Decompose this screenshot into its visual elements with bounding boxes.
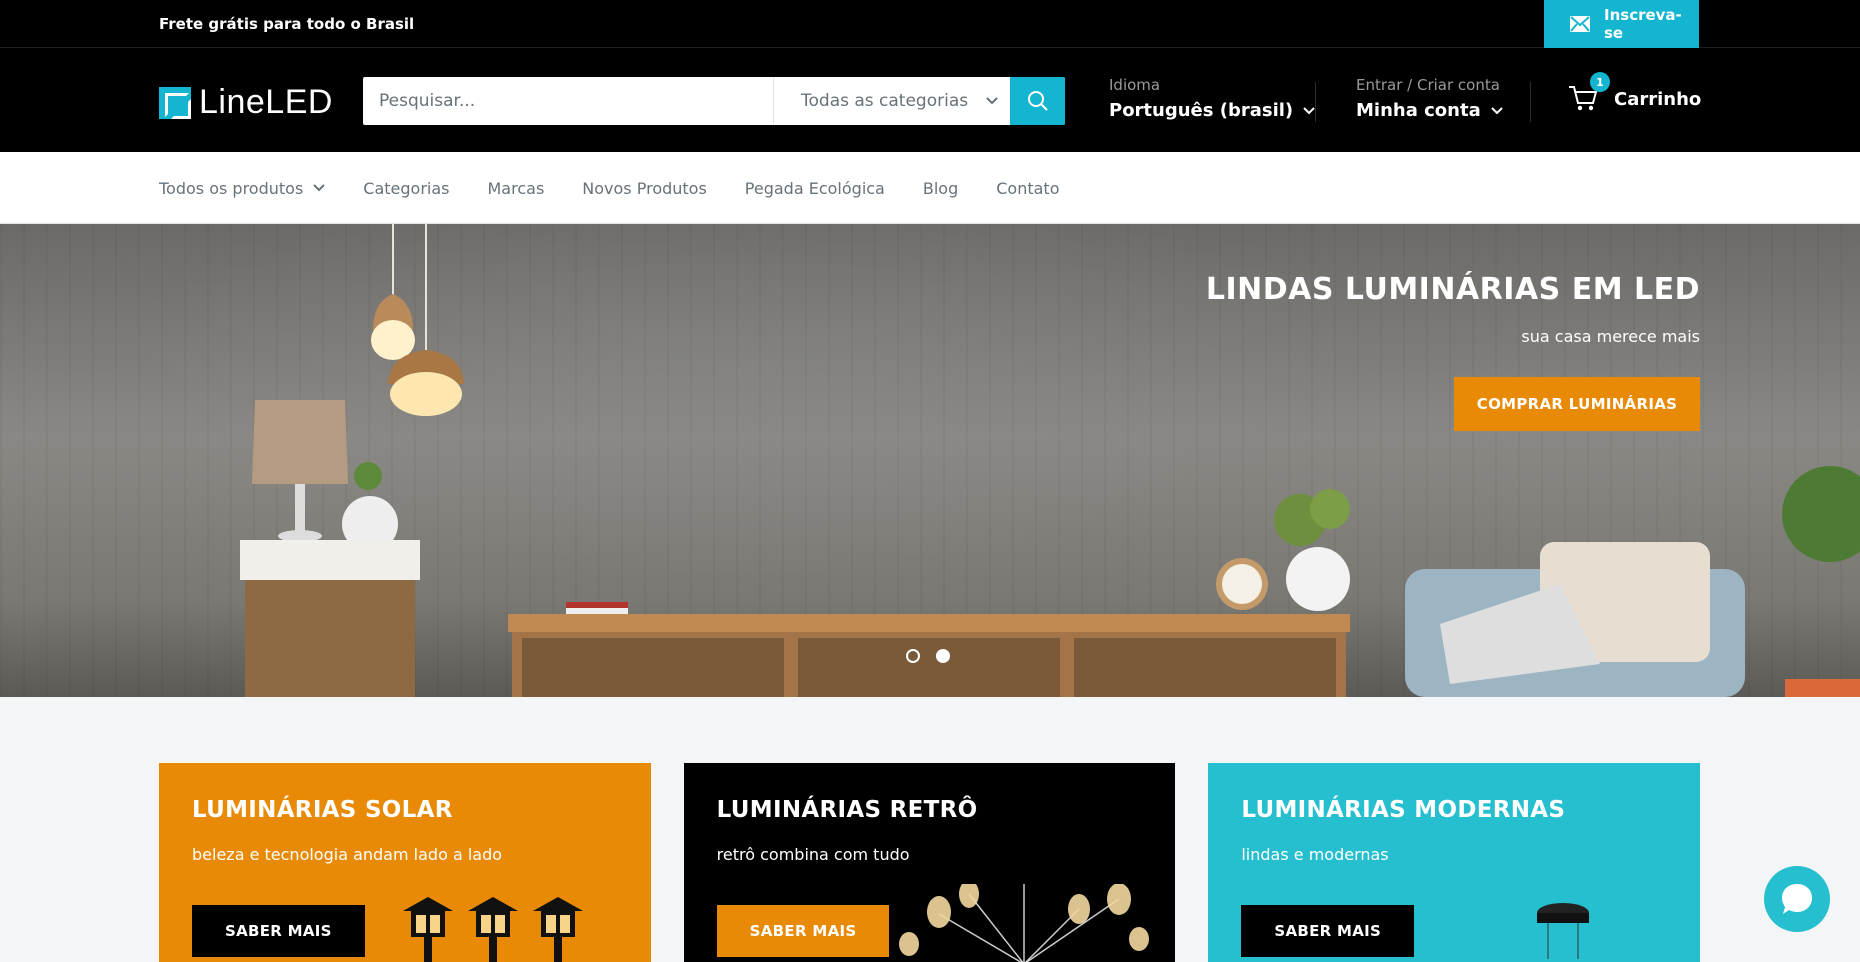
subscribe-button[interactable]: Inscreva-se — [1544, 0, 1699, 48]
learn-more-button[interactable]: SABER MAIS — [1241, 905, 1415, 957]
learn-more-button[interactable]: SABER MAIS — [716, 905, 890, 957]
nav-item-label: Contato — [996, 178, 1060, 198]
subscribe-label: Inscreva-se — [1604, 6, 1682, 42]
nav-item-label: Novos Produtos — [582, 178, 707, 198]
nav-item-all-products[interactable]: Todos os produtos — [159, 178, 326, 198]
modern-lamp-image — [1537, 903, 1590, 959]
collection-title: LUMINÁRIAS MODERNAS — [1241, 797, 1566, 823]
nav-item-label: Blog — [922, 178, 959, 198]
hero-subtitle: sua casa merece mais — [1521, 327, 1700, 346]
nav-item-categories[interactable]: Categorias — [363, 179, 449, 198]
search-bar: Todas as categorias — [363, 77, 1065, 125]
nav-item-label: Pegada Ecológica — [744, 178, 885, 198]
header-divider — [1530, 82, 1531, 122]
cart-link[interactable]: 1 Carrinho — [1568, 72, 1702, 114]
account-caption: Entrar / Criar conta — [1356, 76, 1500, 94]
retro-bulbs-image — [898, 884, 1149, 962]
nav-item-eco-footprint[interactable]: Pegada Ecológica — [745, 179, 885, 198]
chat-widget-button[interactable] — [1764, 866, 1830, 932]
slide-dot-2[interactable] — [936, 649, 950, 663]
main-nav: Todos os produtos Categorias Marcas Novo… — [0, 152, 1860, 224]
nav-item-label: Categorias — [363, 178, 450, 198]
search-icon — [1027, 91, 1048, 111]
chevron-down-icon — [1491, 106, 1503, 114]
collection-cards: LUMINÁRIAS SOLAR beleza e tecnologia and… — [159, 763, 1701, 962]
site-header: LineLED Todas as categorias Idioma Portu… — [0, 48, 1860, 152]
learn-more-button[interactable]: SABER MAIS — [192, 905, 365, 957]
language-caption: Idioma — [1109, 76, 1161, 94]
hero-title: LINDAS LUMINÁRIAS EM LED — [1205, 272, 1700, 307]
nav-item-brands[interactable]: Marcas — [488, 179, 545, 198]
collection-card-solar[interactable]: LUMINÁRIAS SOLAR beleza e tecnologia and… — [159, 763, 651, 962]
nav-item-label: Todos os produtos — [159, 178, 304, 198]
chevron-down-icon — [986, 97, 998, 105]
logo-mark-icon — [159, 86, 191, 119]
category-select-label: Todas as categorias — [801, 91, 969, 111]
solar-lamps-image — [403, 897, 583, 962]
collection-text: lindas e modernas — [1241, 845, 1389, 864]
nav-item-blog[interactable]: Blog — [923, 179, 958, 198]
cart-label: Carrinho — [1614, 88, 1702, 110]
collection-title: LUMINÁRIAS SOLAR — [192, 797, 453, 823]
account-menu[interactable]: Entrar / Criar conta Minha conta — [1356, 76, 1503, 121]
account-value: Minha conta — [1356, 100, 1481, 121]
nav-item-new-products[interactable]: Novos Produtos — [582, 179, 707, 198]
hero-slideshow: LINDAS LUMINÁRIAS EM LED sua casa merece… — [0, 224, 1860, 697]
nav-item-label: Marcas — [487, 178, 545, 198]
slideshow-dots — [906, 649, 950, 663]
chevron-down-icon — [313, 184, 326, 192]
collection-card-retro[interactable]: LUMINÁRIAS RETRÔ retrô combina com tudo … — [683, 763, 1176, 962]
collection-text: retrô combina com tudo — [716, 845, 910, 864]
logo-text: LineLED — [199, 83, 333, 121]
language-value: Português (brasil) — [1109, 100, 1294, 121]
collection-card-modern[interactable]: LUMINÁRIAS MODERNAS lindas e modernas SA… — [1208, 763, 1701, 962]
logo[interactable]: LineLED — [159, 83, 333, 122]
mail-icon — [1570, 16, 1590, 32]
slide-dot-1[interactable] — [906, 649, 920, 663]
cart-count-badge: 1 — [1590, 72, 1610, 92]
search-input[interactable] — [363, 77, 773, 125]
header-divider — [1315, 82, 1316, 122]
chat-bubble-icon — [1782, 884, 1812, 914]
shop-luminaires-button[interactable]: COMPRAR LUMINÁRIAS — [1454, 377, 1700, 431]
chevron-down-icon — [1303, 106, 1315, 114]
category-select[interactable]: Todas as categorias — [773, 77, 1010, 125]
search-button[interactable] — [1010, 77, 1065, 125]
collection-title: LUMINÁRIAS RETRÔ — [716, 797, 978, 823]
nav-item-contact[interactable]: Contato — [996, 179, 1059, 198]
collection-text: beleza e tecnologia andam lado a lado — [192, 845, 503, 864]
announcement-bar: Frete grátis para todo o Brasil Inscreva… — [0, 0, 1860, 48]
free-shipping-message: Frete grátis para todo o Brasil — [159, 15, 415, 33]
language-selector[interactable]: Idioma Português (brasil) — [1109, 76, 1315, 121]
